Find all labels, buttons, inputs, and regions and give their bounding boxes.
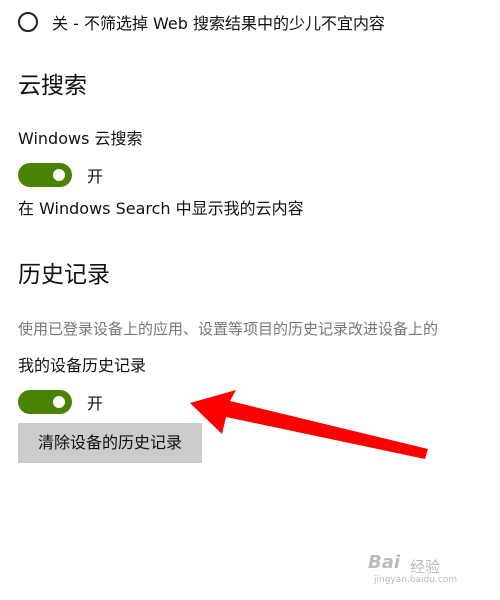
toggle-knob [53,396,65,408]
history-heading: 历史记录 [18,262,110,288]
watermark-brand: Bai [368,552,401,573]
cloud-search-toggle[interactable] [18,163,72,187]
cloud-search-description: 在 Windows Search 中显示我的云内容 [18,199,304,218]
radio-circle-icon[interactable] [18,12,38,32]
baidu-watermark: Bai 经验 jingyan.baidu.com [368,550,488,590]
watermark-sub: 经验 [410,558,441,576]
watermark-url: jingyan.baidu.com [374,575,458,585]
cloud-search-label: Windows 云搜索 [18,129,143,148]
device-history-toggle-state: 开 [87,394,104,413]
device-history-label: 我的设备历史记录 [18,356,147,375]
history-description: 使用已登录设备上的应用、设置等项目的历史记录改进设备上的 [18,320,439,338]
cloud-search-toggle-row[interactable]: 开 [18,162,103,188]
clear-device-history-button[interactable]: 清除设备的历史记录 [18,423,202,463]
safe-search-off-radio[interactable]: 关 - 不筛选掉 Web 搜索结果中的少儿不宜内容 [18,9,385,35]
arrow-shape [190,390,428,459]
cloud-search-heading: 云搜索 [18,73,87,99]
device-history-toggle[interactable] [18,390,72,414]
safe-search-off-label: 关 - 不筛选掉 Web 搜索结果中的少儿不宜内容 [52,14,386,33]
cloud-search-toggle-state: 开 [87,167,104,186]
toggle-knob [53,169,65,181]
device-history-toggle-row[interactable]: 开 [18,389,103,415]
